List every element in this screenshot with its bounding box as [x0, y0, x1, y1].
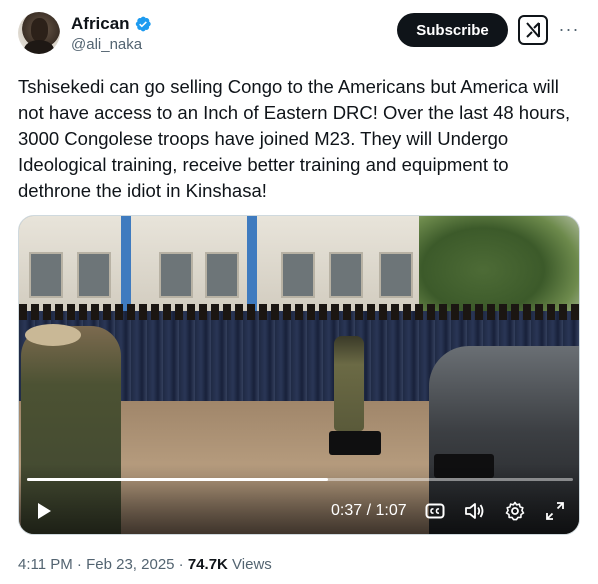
views-count[interactable]: 74.7K [188, 556, 228, 573]
video-duration: 1:07 [375, 502, 407, 519]
volume-icon [465, 503, 484, 519]
avatar-face [31, 18, 48, 42]
video-frame [19, 216, 579, 534]
play-button[interactable] [33, 500, 55, 522]
video-controls: 0:37 / 1:07 [19, 494, 579, 528]
video-current-time: 0:37 [331, 502, 363, 519]
author-avatar[interactable] [18, 12, 60, 54]
building-window [29, 252, 63, 298]
tweet-header: African @ali_naka Subscribe ··· [18, 12, 580, 62]
captions-button[interactable] [424, 500, 446, 522]
video-progress-fill [27, 478, 329, 481]
tweet-date[interactable]: Feb 23, 2025 [86, 556, 174, 573]
meta-separator: · [72, 556, 87, 573]
more-icon: ··· [558, 18, 580, 39]
building-window [159, 252, 193, 298]
subscribe-button[interactable]: Subscribe [397, 13, 508, 47]
volume-button[interactable] [464, 500, 486, 522]
building-window [77, 252, 111, 298]
tweet-meta: 4:11 PM · Feb 23, 2025 · 74.7K Views [18, 556, 272, 573]
settings-button[interactable] [504, 500, 526, 522]
grok-button[interactable] [518, 15, 548, 45]
author-handle[interactable]: @ali_naka [71, 36, 152, 53]
settings-icon [505, 501, 525, 521]
author-name[interactable]: African [71, 14, 130, 34]
author-block: African @ali_naka [71, 14, 152, 53]
scene-phone [329, 431, 381, 455]
building-window [281, 252, 315, 298]
captions-icon [425, 503, 445, 519]
play-icon [38, 503, 51, 519]
views-label: Views [227, 556, 272, 573]
video-time: 0:37 / 1:07 [331, 502, 407, 520]
scene-soldier [334, 336, 364, 431]
meta-separator: · [174, 556, 188, 573]
building-window [379, 252, 413, 298]
avatar-shoulders [24, 40, 54, 54]
verified-badge-icon [135, 16, 151, 32]
more-options-button[interactable]: ··· [558, 19, 580, 39]
grok-icon [526, 22, 540, 38]
tweet-text: Tshisekedi can go selling Congo to the A… [18, 76, 571, 201]
fullscreen-button[interactable] [544, 500, 566, 522]
building-window [329, 252, 363, 298]
tweet-time[interactable]: 4:11 PM [18, 556, 73, 573]
scene-crowd-heads [19, 304, 579, 320]
building-window [205, 252, 239, 298]
author-name-row: African [71, 14, 152, 34]
video-player[interactable]: 0:37 / 1:07 [18, 215, 580, 535]
scene-hat [25, 324, 81, 346]
video-progress-bar[interactable] [27, 478, 573, 481]
video-time-separator: / [362, 502, 376, 519]
fullscreen-icon [546, 502, 564, 520]
